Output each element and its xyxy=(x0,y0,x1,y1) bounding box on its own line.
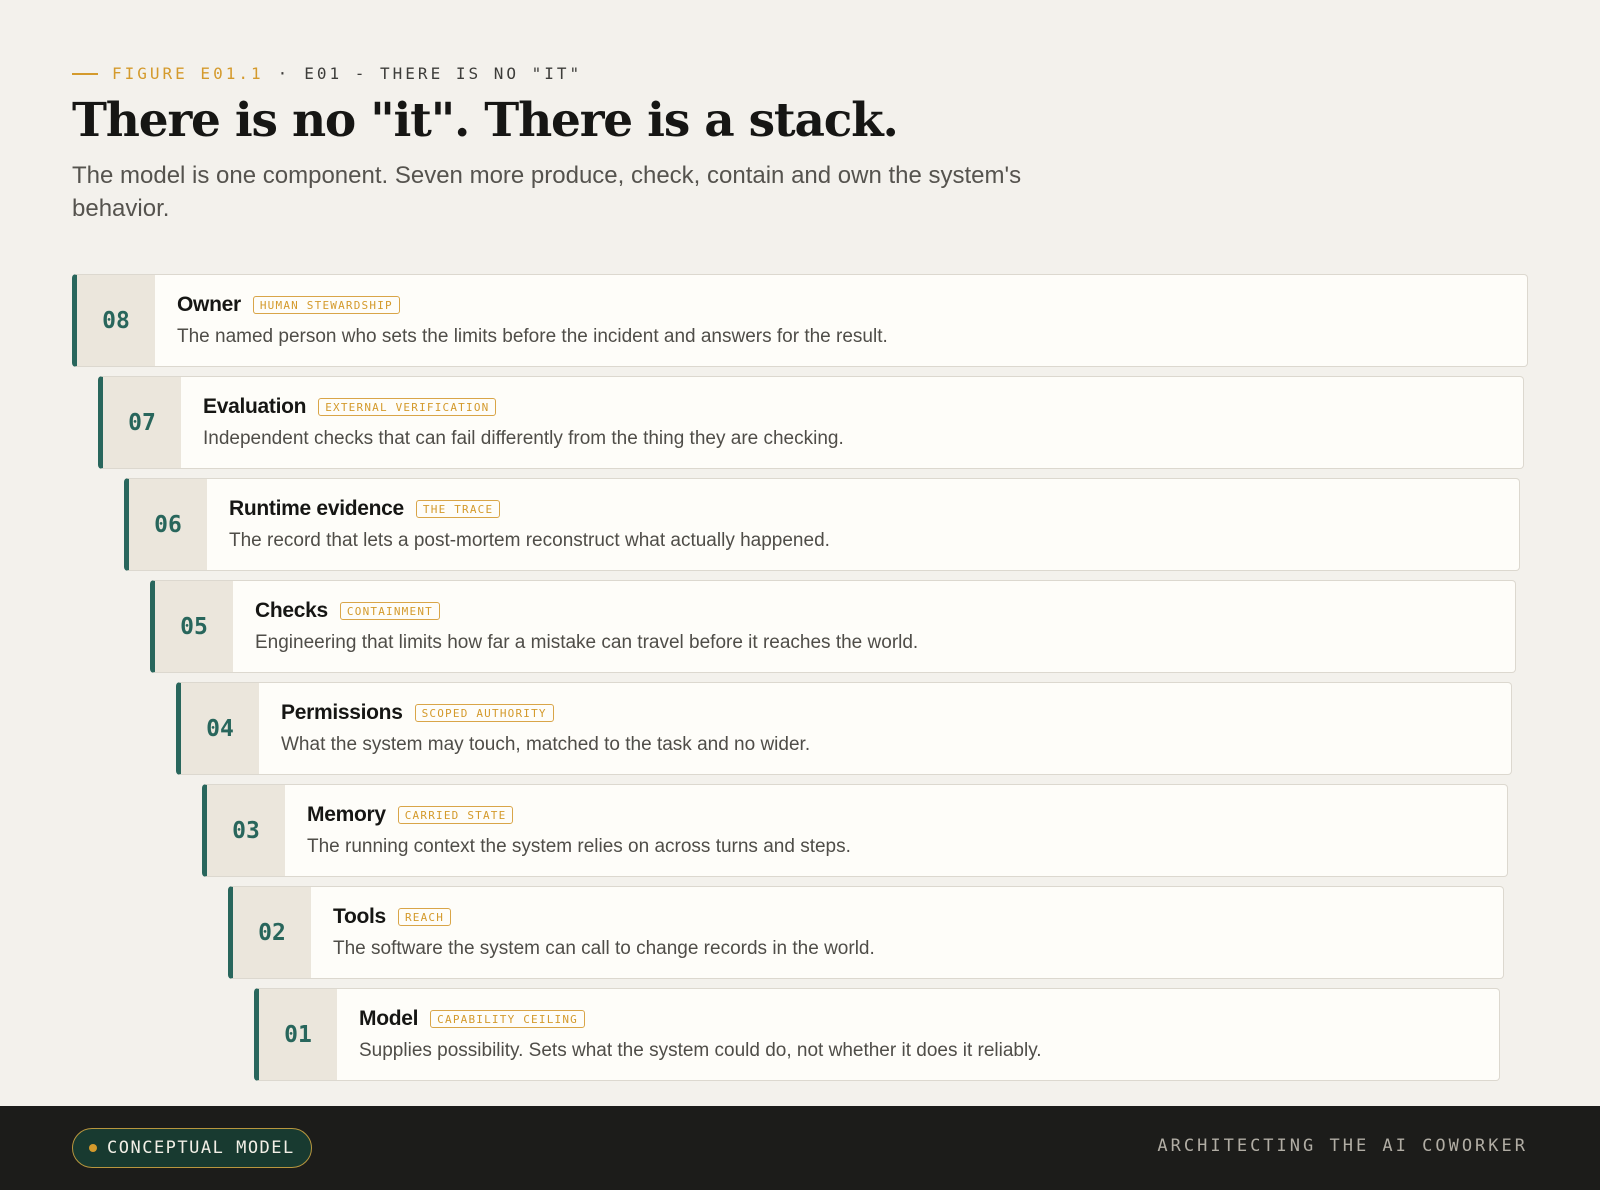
layer-description: The software the system can call to chan… xyxy=(333,938,875,959)
layer-description: The record that lets a post-mortem recon… xyxy=(229,530,830,551)
layer-number: 08 xyxy=(77,275,155,366)
eyebrow-rule xyxy=(72,72,98,75)
layer-number: 04 xyxy=(181,683,259,774)
layer-body: Checks CONTAINMENT Engineering that limi… xyxy=(233,581,918,672)
figure-eyebrow: FIGURE E01.1 · E01 - THERE IS NO "IT" xyxy=(72,64,1532,83)
layer-body: Memory CARRIED STATE The running context… xyxy=(285,785,851,876)
section-label: E01 - THERE IS NO "IT" xyxy=(304,64,583,83)
layer-name: Tools xyxy=(333,905,386,928)
layer-tag: CAPABILITY CEILING xyxy=(430,1010,585,1028)
eyebrow-separator: · xyxy=(277,64,291,83)
layer-tag: THE TRACE xyxy=(415,500,501,518)
layer-title-row: Memory CARRIED STATE xyxy=(307,803,851,827)
layer-body: Owner HUMAN STEWARDSHIP The named person… xyxy=(155,275,888,366)
badge-dot-icon xyxy=(89,1144,97,1152)
layer-tag: EXTERNAL VERIFICATION xyxy=(318,398,497,416)
layer-name: Model xyxy=(359,1007,419,1030)
layer-evaluation: 07 Evaluation EXTERNAL VERIFICATION Inde… xyxy=(98,376,1524,469)
layer-tag: CARRIED STATE xyxy=(397,806,514,824)
layer-runtime-evidence: 06 Runtime evidence THE TRACE The record… xyxy=(124,478,1520,571)
layer-description: The running context the system relies on… xyxy=(307,836,851,857)
layer-body: Model CAPABILITY CEILING Supplies possib… xyxy=(337,989,1042,1080)
layer-number: 06 xyxy=(129,479,207,570)
layer-title-row: Permissions SCOPED AUTHORITY xyxy=(281,701,810,725)
layer-tag: HUMAN STEWARDSHIP xyxy=(252,296,400,314)
layer-tag: CONTAINMENT xyxy=(339,602,440,620)
layer-memory: 03 Memory CARRIED STATE The running cont… xyxy=(202,784,1508,877)
brand-label: ARCHITECTING THE AI COWORKER xyxy=(1157,1136,1528,1156)
layer-body: Permissions SCOPED AUTHORITY What the sy… xyxy=(259,683,810,774)
layer-body: Tools REACH The software the system can … xyxy=(311,887,875,978)
layer-name: Runtime evidence xyxy=(229,497,404,520)
layer-name: Permissions xyxy=(281,701,403,724)
layer-title-row: Checks CONTAINMENT xyxy=(255,599,918,623)
layer-tag: REACH xyxy=(397,908,452,926)
layer-owner: 08 Owner HUMAN STEWARDSHIP The named per… xyxy=(72,274,1528,367)
layer-description: Engineering that limits how far a mistak… xyxy=(255,632,919,653)
layer-name: Evaluation xyxy=(203,395,307,418)
layer-model: 01 Model CAPABILITY CEILING Supplies pos… xyxy=(254,988,1500,1081)
badge-label: CONCEPTUAL MODEL xyxy=(107,1138,295,1158)
layer-tools: 02 Tools REACH The software the system c… xyxy=(228,886,1504,979)
layer-title-row: Runtime evidence THE TRACE xyxy=(229,497,830,521)
layer-body: Evaluation EXTERNAL VERIFICATION Indepen… xyxy=(181,377,844,468)
layer-title-row: Evaluation EXTERNAL VERIFICATION xyxy=(203,395,844,419)
layer-description: Supplies possibility. Sets what the syst… xyxy=(359,1040,1042,1061)
layer-title-row: Model CAPABILITY CEILING xyxy=(359,1007,1042,1031)
layer-name: Checks xyxy=(255,599,328,622)
figure-header: FIGURE E01.1 · E01 - THERE IS NO "IT" Th… xyxy=(72,64,1532,225)
footer-bar: CONCEPTUAL MODEL ARCHITECTING THE AI COW… xyxy=(0,1106,1600,1190)
page-title: There is no "it". There is a stack. xyxy=(72,93,899,148)
layer-title-row: Tools REACH xyxy=(333,905,875,929)
page-subtitle: The model is one component. Seven more p… xyxy=(72,161,1022,222)
layer-number: 01 xyxy=(259,989,337,1080)
layer-checks: 05 Checks CONTAINMENT Engineering that l… xyxy=(150,580,1516,673)
layer-description: What the system may touch, matched to th… xyxy=(281,734,811,755)
layer-description: Independent checks that can fail differe… xyxy=(203,428,844,449)
layer-description: The named person who sets the limits bef… xyxy=(177,326,888,347)
conceptual-model-badge: CONCEPTUAL MODEL xyxy=(72,1128,312,1168)
layer-body: Runtime evidence THE TRACE The record th… xyxy=(207,479,830,570)
layer-name: Memory xyxy=(307,803,386,826)
layer-tag: SCOPED AUTHORITY xyxy=(414,704,554,722)
layer-title-row: Owner HUMAN STEWARDSHIP xyxy=(177,293,888,317)
layer-number: 05 xyxy=(155,581,233,672)
layer-number: 02 xyxy=(233,887,311,978)
figure-label: FIGURE E01.1 xyxy=(112,64,264,83)
layer-number: 07 xyxy=(103,377,181,468)
layer-permissions: 04 Permissions SCOPED AUTHORITY What the… xyxy=(176,682,1512,775)
layer-name: Owner xyxy=(177,293,241,316)
layer-number: 03 xyxy=(207,785,285,876)
